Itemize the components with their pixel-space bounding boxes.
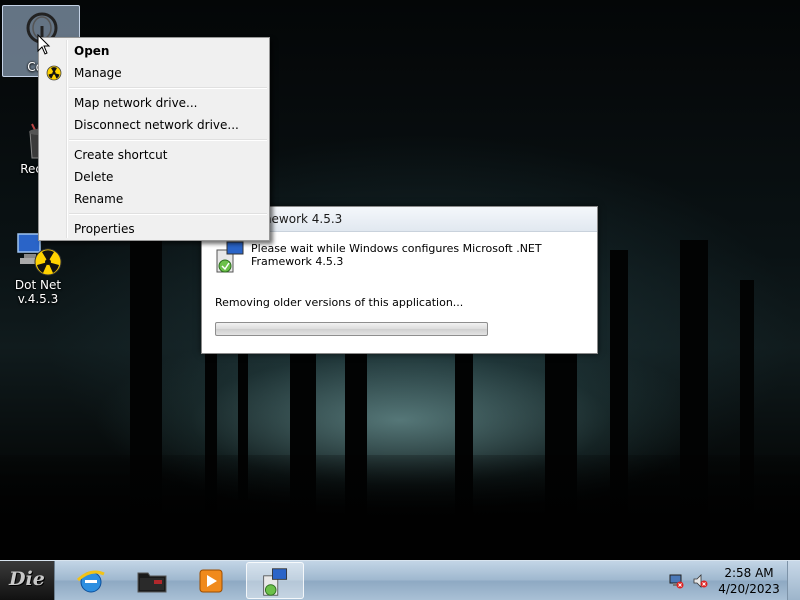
start-logo: Die [9,568,45,590]
menu-item-label: Rename [74,192,124,206]
taskbar-media-player[interactable] [182,562,238,599]
dialog-status: Removing older versions of this applicat… [215,296,464,309]
start-button[interactable]: Die [0,561,55,600]
setup-icon [216,241,244,273]
context-menu: Open Manage Map network drive... Disconn… [38,37,270,241]
menu-item-label: Map network drive... [74,96,198,110]
taskbar-setup-active[interactable] [246,562,304,599]
shield-icon [46,65,62,81]
progress-bar [215,322,488,336]
internet-explorer-icon [76,570,105,593]
clock-time: 2:58 AM [724,566,774,580]
setup-icon [263,568,288,596]
menu-item-open[interactable]: Open [41,40,267,62]
menu-item-label: Create shortcut [74,148,168,162]
media-player-icon [199,569,223,593]
menu-item-create-shortcut[interactable]: Create shortcut [41,144,267,166]
menu-item-delete[interactable]: Delete [41,166,267,188]
mouse-cursor-icon [37,34,51,55]
taskbar: Die 2:58 AM 4/20/2023 [0,560,800,600]
taskbar-folder[interactable] [122,562,178,599]
desktop: Com Recyc Dot Net v.4.5.3 .NET Framework… [0,0,800,560]
menu-separator [69,87,267,89]
taskbar-internet-explorer[interactable] [62,562,118,599]
menu-item-disconnect-network-drive[interactable]: Disconnect network drive... [41,114,267,136]
volume-muted-icon[interactable] [692,573,708,589]
menu-item-label: Manage [74,66,122,80]
folder-icon [137,572,167,593]
menu-separator [69,213,267,215]
desktop-icon-dot-net[interactable]: Dot Net v.4.5.3 [0,232,76,306]
show-desktop-button[interactable] [787,561,800,600]
menu-item-label: Properties [74,222,135,236]
menu-item-properties[interactable]: Properties [41,218,267,240]
menu-item-rename[interactable]: Rename [41,188,267,210]
menu-item-label: Disconnect network drive... [74,118,239,132]
menu-separator [69,139,267,141]
dialog-message: Please wait while Windows configures Mic… [251,242,542,268]
network-tray-icon[interactable] [668,573,684,589]
menu-item-label: Open [74,44,110,58]
menu-item-label: Delete [74,170,114,184]
taskbar-clock[interactable]: 2:58 AM 4/20/2023 [716,565,782,597]
clock-date: 4/20/2023 [718,582,780,596]
menu-item-manage[interactable]: Manage [41,62,267,84]
desktop-icon-label: Dot Net v.4.5.3 [14,278,62,306]
menu-item-map-network-drive[interactable]: Map network drive... [41,92,267,114]
ground [0,455,800,560]
